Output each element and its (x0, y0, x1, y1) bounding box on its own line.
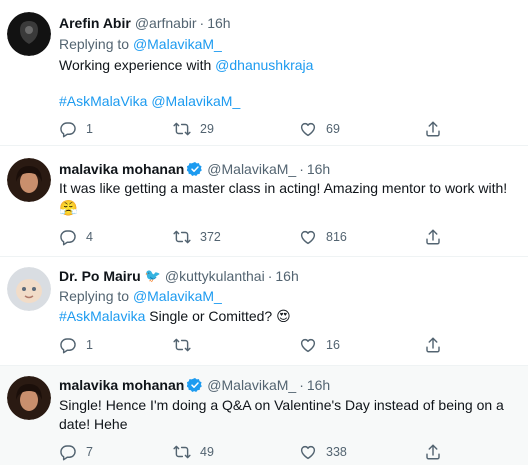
retweet-button[interactable]: 49 (173, 442, 214, 462)
avatar[interactable] (7, 376, 51, 420)
reply-icon (59, 228, 77, 246)
like-button[interactable]: 816 (299, 227, 347, 247)
tweet-text-line-2: date! Hehe (59, 416, 128, 432)
replying-to-label: Replying to (59, 36, 133, 52)
like-button[interactable]: 69 (299, 119, 340, 139)
retweet-button[interactable]: 29 (173, 119, 214, 139)
share-icon (424, 336, 442, 354)
tweet-text-plain: Single or Comitted? (145, 308, 277, 324)
share-button[interactable] (424, 442, 451, 462)
like-count: 69 (326, 122, 340, 136)
share-button[interactable] (424, 119, 451, 139)
hashtag-link[interactable]: #AskMalavika (59, 308, 145, 324)
share-icon (424, 228, 442, 246)
like-count: 16 (326, 338, 340, 352)
tweet-text: It was like getting a master class in ac… (59, 180, 508, 196)
tweet-actions: 4 372 816 (59, 227, 449, 247)
timestamp[interactable]: 16h (307, 160, 330, 178)
tweet-malavika-reply-2[interactable]: malavika mohanan @MalavikaM_ · 16h Singl… (0, 366, 528, 465)
tweet-actions: 1 29 69 (59, 119, 449, 139)
tweet-emoji: 😤 (59, 200, 78, 217)
author-handle[interactable]: @MalavikaM_ (207, 160, 296, 178)
avatar[interactable] (7, 12, 51, 56)
separator-dot: · (267, 268, 273, 284)
like-icon (299, 120, 317, 138)
retweet-icon (173, 120, 191, 138)
like-button[interactable]: 338 (299, 442, 347, 462)
tweet-dr-po-mairu[interactable]: Dr. Po Mairu 🐦 @kuttykulanthai · 16h Rep… (0, 257, 528, 366)
separator-dot: · (299, 161, 304, 177)
bird-emoji-icon: 🐦 (144, 268, 161, 283)
tweet-text-plain: Working experience with (59, 57, 216, 73)
author-name[interactable]: malavika mohanan (59, 160, 184, 178)
verified-badge-icon (187, 161, 203, 177)
verified-badge-icon (187, 377, 203, 393)
retweet-count: 372 (200, 230, 221, 244)
reply-count: 7 (86, 445, 93, 459)
share-button[interactable] (424, 227, 451, 247)
like-count: 816 (326, 230, 347, 244)
author-name[interactable]: Dr. Po Mairu (59, 267, 141, 285)
author-name[interactable]: malavika mohanan (59, 376, 184, 394)
share-icon (424, 443, 442, 461)
reply-count: 4 (86, 230, 93, 244)
replying-to-label: Replying to (59, 288, 133, 304)
author-name[interactable]: Arefin Abir (59, 14, 131, 32)
author-handle[interactable]: @MalavikaM_ (207, 376, 296, 394)
tweet-text-line-1: Single! Hence I'm doing a Q&A on Valenti… (59, 397, 504, 413)
reply-icon (59, 443, 77, 461)
hashtag-link[interactable]: #AskMalaVika (59, 93, 147, 109)
tweet-text: #AskMalavika Single or Comitted? 😍 (59, 307, 291, 326)
reply-icon (59, 336, 77, 354)
tweet-hashtag-line: #AskMalaVika @MalavikaM_ (59, 92, 240, 111)
retweet-icon (173, 443, 191, 461)
author-handle[interactable]: @kuttykulanthai (165, 267, 265, 285)
retweet-icon (173, 336, 191, 354)
reply-icon (59, 120, 77, 138)
mention-link[interactable]: @dhanushkraja (215, 57, 313, 73)
reply-button[interactable]: 1 (59, 335, 96, 355)
reply-button[interactable]: 4 (59, 227, 96, 247)
separator-dot: · (199, 15, 205, 31)
tweet-actions: 7 49 338 (59, 442, 449, 462)
retweet-count: 49 (200, 445, 214, 459)
timestamp[interactable]: 16h (207, 14, 230, 32)
retweet-count: 29 (200, 122, 214, 136)
timestamp[interactable]: 16h (307, 376, 330, 394)
tweet-emoji: 😍 (276, 308, 291, 324)
share-icon (424, 120, 442, 138)
author-handle[interactable]: @arfnabir (135, 14, 197, 32)
like-icon (299, 336, 317, 354)
share-button[interactable] (424, 335, 451, 355)
retweet-button[interactable] (173, 335, 210, 355)
reply-to-mention[interactable]: @MalavikaM_ (133, 36, 222, 52)
retweet-button[interactable]: 372 (173, 227, 221, 247)
reply-button[interactable]: 1 (59, 119, 96, 139)
retweet-icon (173, 228, 191, 246)
tweet-arefin-abir[interactable]: Arefin Abir @arfnabir · 16h Replying to … (0, 0, 528, 146)
like-button[interactable]: 16 (299, 335, 340, 355)
reply-count: 1 (86, 338, 93, 352)
like-count: 338 (326, 445, 347, 459)
reply-to-mention[interactable]: @MalavikaM_ (133, 288, 222, 304)
separator-dot: · (299, 377, 304, 393)
timestamp[interactable]: 16h (275, 267, 298, 285)
avatar[interactable] (7, 267, 51, 311)
tweet-malavika-reply-1[interactable]: malavika mohanan @MalavikaM_ · 16h It wa… (0, 146, 528, 257)
mention-link[interactable]: @MalavikaM_ (151, 93, 240, 109)
reply-context: Replying to @MalavikaM_ (59, 35, 222, 54)
avatar[interactable] (7, 158, 51, 202)
like-icon (299, 228, 317, 246)
reply-button[interactable]: 7 (59, 442, 96, 462)
tweet-text: Working experience with @dhanushkraja (59, 56, 313, 75)
tweet-actions: 1 16 (59, 335, 449, 355)
reply-context: Replying to @MalavikaM_ (59, 287, 222, 306)
like-icon (299, 443, 317, 461)
reply-count: 1 (86, 122, 93, 136)
